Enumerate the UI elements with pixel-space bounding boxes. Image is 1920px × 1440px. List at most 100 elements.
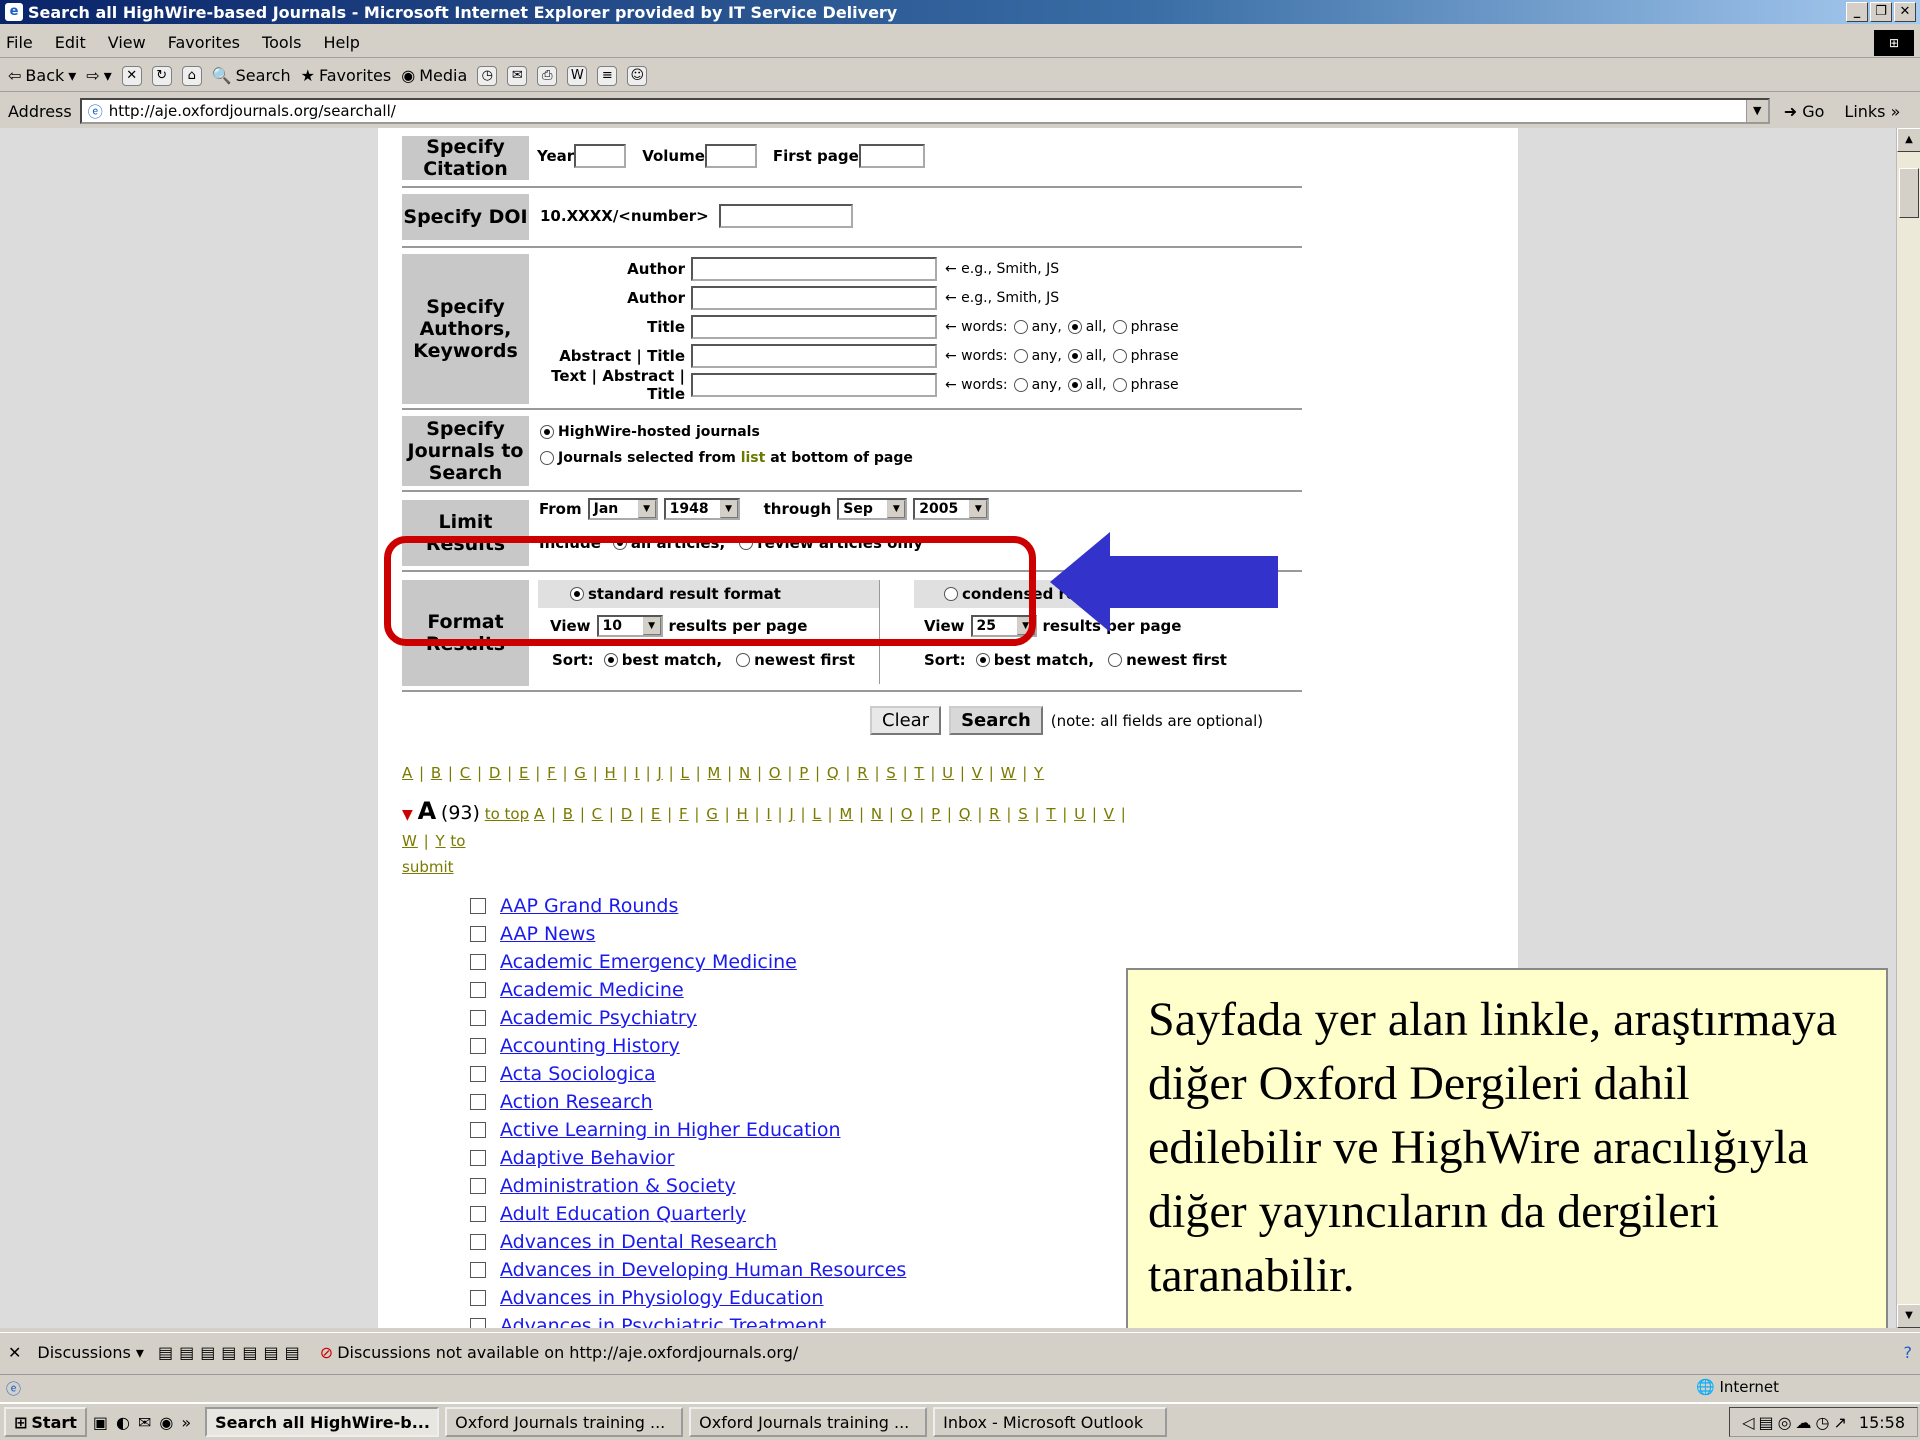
journal-checkbox[interactable] <box>470 926 486 942</box>
journal-link[interactable]: Advances in Physiology Education <box>500 1287 823 1309</box>
author-input-2[interactable] <box>691 285 937 310</box>
text-phrase-radio[interactable] <box>1112 377 1127 392</box>
start-button[interactable]: ⊞ Start <box>4 1407 87 1437</box>
journal-checkbox[interactable] <box>470 1150 486 1166</box>
menu-edit[interactable]: Edit <box>55 33 86 52</box>
journal-link[interactable]: Academic Emergency Medicine <box>500 951 797 973</box>
back-button[interactable]: ⇦ Back ▾ <box>8 66 76 85</box>
abstract-any-radio[interactable] <box>1013 348 1028 363</box>
alpha-link-y[interactable]: Y <box>435 832 445 850</box>
edit-icon[interactable]: W <box>567 65 588 86</box>
address-input[interactable]: ⓔ http://aje.oxfordjournals.org/searchal… <box>79 98 1770 124</box>
alpha-link-r[interactable]: R <box>857 764 868 782</box>
alpha-link-p[interactable]: P <box>931 805 941 823</box>
author-input-1[interactable] <box>691 256 937 281</box>
address-dropdown-icon[interactable]: ▼ <box>1745 100 1768 122</box>
journal-checkbox[interactable] <box>470 1066 486 1082</box>
selected-list-radio[interactable] <box>540 451 554 465</box>
from-month-select[interactable]: Jan ▼ <box>587 498 658 520</box>
journal-checkbox[interactable] <box>470 1290 486 1306</box>
journal-checkbox[interactable] <box>470 1206 486 1222</box>
menu-file[interactable]: File <box>6 33 33 52</box>
alpha-link-m[interactable]: M <box>839 805 853 823</box>
text-any-radio[interactable] <box>1013 377 1028 392</box>
scroll-down-icon[interactable]: ▼ <box>1897 1304 1920 1328</box>
history-icon[interactable]: ◷ <box>477 65 498 86</box>
menu-help[interactable]: Help <box>323 33 359 52</box>
journal-link[interactable]: Advances in Psychiatric Treatment <box>500 1315 826 1328</box>
journal-link[interactable]: Academic Psychiatry <box>500 1007 697 1029</box>
alpha-link-b[interactable]: B <box>563 805 574 823</box>
journal-link[interactable]: Accounting History <box>500 1035 680 1057</box>
discussion-tools-icon[interactable]: ▤▤▤▤▤▤▤ <box>158 1343 306 1362</box>
alpha-link-f[interactable]: F <box>679 805 689 823</box>
alpha-link-u[interactable]: U <box>1074 805 1086 823</box>
minimize-button[interactable]: _ <box>1846 2 1868 22</box>
alpha-link-l[interactable]: L <box>680 764 689 782</box>
task-oxford-training-2[interactable]: Oxford Journals training ... <box>689 1407 928 1437</box>
alpha-link-a[interactable]: A <box>534 805 545 823</box>
title-phrase-radio[interactable] <box>1112 319 1127 334</box>
clear-button[interactable]: Clear <box>870 706 942 735</box>
journal-link[interactable]: Acta Sociologica <box>500 1063 656 1085</box>
restore-button[interactable]: ❐ <box>1870 2 1892 22</box>
menu-tools[interactable]: Tools <box>262 33 301 52</box>
search-submit-button[interactable]: Search <box>949 706 1043 735</box>
journal-checkbox[interactable] <box>470 898 486 914</box>
abstract-title-input[interactable] <box>691 343 937 368</box>
messenger-icon[interactable]: ☺ <box>627 65 648 86</box>
alpha-link-m[interactable]: M <box>707 764 721 782</box>
task-search-highwire[interactable]: Search all HighWire-b... <box>205 1407 440 1437</box>
abstract-all-radio[interactable] <box>1067 348 1082 363</box>
forward-button[interactable]: ⇨ ▾ <box>86 66 111 85</box>
selected-journals-option[interactable]: Journals selected from list at bottom of… <box>540 450 913 466</box>
journal-list-link[interactable]: list <box>741 450 766 466</box>
abstract-phrase-radio[interactable] <box>1112 348 1127 363</box>
alpha-link-g[interactable]: G <box>574 764 587 782</box>
alpha-link-n[interactable]: N <box>739 764 751 782</box>
journal-link[interactable]: Advances in Developing Human Resources <box>500 1259 906 1281</box>
discussions-button[interactable]: Discussions ▾ <box>37 1343 144 1362</box>
alpha-link-q[interactable]: Q <box>827 764 840 782</box>
alpha-link-s[interactable]: S <box>886 764 897 782</box>
to-month-select[interactable]: Sep ▼ <box>837 498 908 520</box>
journal-link[interactable]: AAP News <box>500 923 595 945</box>
from-year-select[interactable]: 1948 ▼ <box>663 498 740 520</box>
alpha-link-d[interactable]: D <box>621 805 634 823</box>
to-year-select[interactable]: 2005 ▼ <box>913 498 990 520</box>
year-input[interactable] <box>574 144 627 168</box>
task-outlook-inbox[interactable]: Inbox - Microsoft Outlook <box>933 1407 1168 1437</box>
condensed-best-radio[interactable] <box>975 653 990 667</box>
alpha-link-c[interactable]: C <box>592 805 603 823</box>
close-discussions-icon[interactable]: ✕ <box>8 1343 21 1362</box>
alpha-link-o[interactable]: O <box>901 805 914 823</box>
alpha-link-p[interactable]: P <box>799 764 809 782</box>
alpha-link-g[interactable]: G <box>706 805 719 823</box>
journal-link[interactable]: Adult Education Quarterly <box>500 1203 746 1225</box>
search-button[interactable]: 🔍 Search <box>212 66 291 85</box>
go-button[interactable]: ➜ Go <box>1784 102 1825 121</box>
doi-input[interactable] <box>718 204 853 228</box>
journal-link[interactable]: Administration & Society <box>500 1175 736 1197</box>
alpha-link-a[interactable]: A <box>402 764 413 782</box>
journal-checkbox[interactable] <box>470 1010 486 1026</box>
journal-checkbox[interactable] <box>470 1318 486 1328</box>
task-oxford-training-1[interactable]: Oxford Journals training ... <box>445 1407 684 1437</box>
help-icon[interactable]: ? <box>1904 1343 1913 1362</box>
alpha-link-y[interactable]: Y <box>1034 764 1044 782</box>
alpha-link-t[interactable]: T <box>914 764 924 782</box>
alpha-link-n[interactable]: N <box>871 805 883 823</box>
condensed-newest-radio[interactable] <box>1108 653 1123 667</box>
journal-link[interactable]: AAP Grand Rounds <box>500 895 678 917</box>
scroll-thumb[interactable] <box>1899 168 1919 218</box>
title-input[interactable] <box>691 314 937 339</box>
journal-checkbox[interactable] <box>470 1262 486 1278</box>
favorites-button[interactable]: ★ Favorites <box>301 66 392 85</box>
alpha-link-h[interactable]: H <box>605 764 617 782</box>
alpha-link-o[interactable]: O <box>769 764 782 782</box>
journal-link[interactable]: Adaptive Behavior <box>500 1147 675 1169</box>
highwire-journals-option[interactable]: HighWire-hosted journals <box>540 424 760 440</box>
volume-input[interactable] <box>704 144 757 168</box>
alpha-link-t[interactable]: T <box>1046 805 1056 823</box>
notes-icon[interactable]: ≡ <box>597 65 618 86</box>
